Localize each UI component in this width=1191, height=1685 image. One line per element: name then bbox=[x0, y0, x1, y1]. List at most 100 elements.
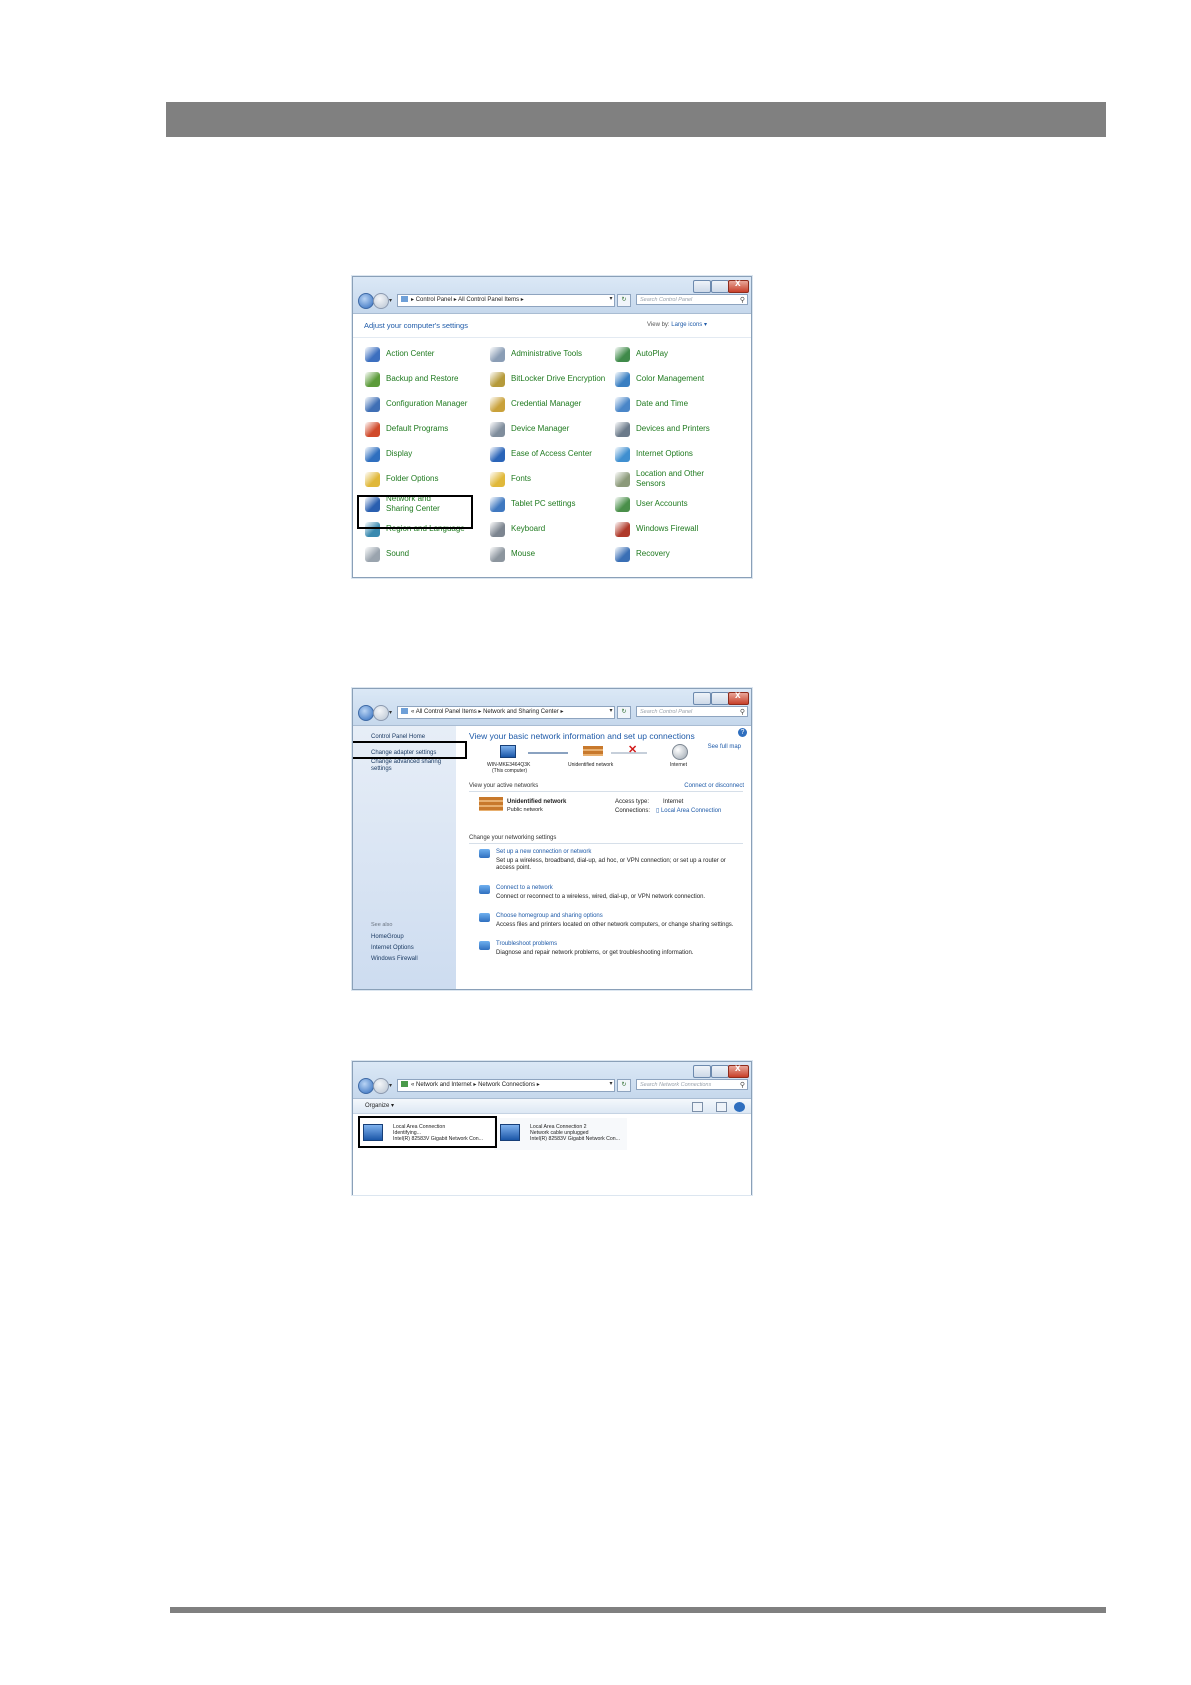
address-dropdown[interactable]: ▾ bbox=[607, 1079, 615, 1090]
cp-item-backup-and-restore[interactable]: Backup and Restore bbox=[365, 368, 489, 390]
search-input[interactable]: Search Network Connections ⚲ bbox=[636, 1079, 748, 1090]
cp-item-default-programs[interactable]: Default Programs bbox=[365, 418, 489, 440]
folder-options-icon bbox=[365, 471, 380, 487]
back-button[interactable] bbox=[358, 705, 374, 721]
see-full-map-link[interactable]: See full map bbox=[708, 744, 741, 751]
cp-item-bitlocker-drive-encryption[interactable]: BitLocker Drive Encryption bbox=[490, 368, 614, 390]
cp-item-label: AutoPlay bbox=[636, 349, 669, 358]
cp-item-label: Configuration Manager bbox=[386, 399, 468, 408]
recent-pages-dropdown[interactable]: ▾ bbox=[389, 297, 392, 304]
address-bar[interactable]: « Network and Internet ▸ Network Connect… bbox=[397, 1079, 615, 1092]
cp-item-color-management[interactable]: Color Management bbox=[615, 368, 739, 390]
maximize-button[interactable] bbox=[711, 692, 729, 705]
cp-item-tablet-pc-settings[interactable]: Tablet PC settings bbox=[490, 493, 614, 515]
cp-item-devices-and-printers[interactable]: Devices and Printers bbox=[615, 418, 739, 440]
task-link[interactable]: Set up a new connection or network bbox=[496, 849, 591, 856]
task-link[interactable]: Choose homegroup and sharing options bbox=[496, 913, 603, 920]
windows-firewall-link[interactable]: Windows Firewall bbox=[371, 956, 418, 963]
cp-item-label: Fonts bbox=[511, 474, 532, 483]
cp-item-user-accounts[interactable]: User Accounts bbox=[615, 493, 739, 515]
chevron-down-icon: ▾ bbox=[703, 322, 707, 328]
back-button[interactable] bbox=[358, 293, 374, 309]
cp-item-administrative-tools[interactable]: Administrative Tools bbox=[490, 343, 614, 365]
cp-item-label: Recovery bbox=[636, 549, 670, 558]
refresh-button[interactable]: ↻ bbox=[617, 706, 631, 719]
forward-button[interactable] bbox=[373, 1078, 389, 1094]
network-type[interactable]: Public network bbox=[507, 807, 543, 814]
cp-item-mouse[interactable]: Mouse bbox=[490, 543, 614, 565]
cp-item-label: Device Manager bbox=[511, 424, 570, 433]
internet-options-link[interactable]: Internet Options bbox=[371, 945, 414, 952]
connect-disconnect-link[interactable]: Connect or disconnect bbox=[684, 783, 744, 790]
breadcrumb-network-internet[interactable]: Network and Internet bbox=[416, 1082, 472, 1088]
maximize-button[interactable] bbox=[711, 280, 729, 293]
view-by-dropdown[interactable]: Large icons bbox=[671, 322, 702, 328]
close-button[interactable] bbox=[728, 278, 749, 293]
change-settings-label: Change your networking settings bbox=[469, 835, 557, 841]
maximize-button[interactable] bbox=[711, 1065, 729, 1078]
refresh-button[interactable]: ↻ bbox=[617, 294, 631, 307]
control-panel-home-link[interactable]: Control Panel Home bbox=[371, 734, 425, 741]
cp-item-configuration-manager[interactable]: Configuration Manager bbox=[365, 393, 489, 415]
forward-button[interactable] bbox=[373, 293, 389, 309]
task-network-icon bbox=[479, 885, 490, 894]
search-placeholder: Search Control Panel bbox=[640, 297, 693, 303]
cp-item-autoplay[interactable]: AutoPlay bbox=[615, 343, 739, 365]
cp-item-location-and-other-sensors[interactable]: Location and Other Sensors bbox=[615, 468, 739, 490]
address-bar[interactable]: ▸ Control Panel ▸ All Control Panel Item… bbox=[397, 294, 615, 307]
task-link[interactable]: Connect to a network bbox=[496, 885, 553, 892]
close-button[interactable] bbox=[728, 1063, 749, 1078]
refresh-button[interactable]: ↻ bbox=[617, 1079, 631, 1092]
address-bar[interactable]: « All Control Panel Items ▸ Network and … bbox=[397, 706, 615, 719]
breadcrumb-control-panel[interactable]: Control Panel bbox=[416, 297, 452, 303]
task-link[interactable]: Troubleshoot problems bbox=[496, 941, 557, 948]
connection-item[interactable]: Local Area Connection 2 Network cable un… bbox=[494, 1118, 627, 1150]
breadcrumb-all-items[interactable]: All Control Panel Items bbox=[458, 297, 519, 303]
help-icon[interactable]: ? bbox=[738, 728, 747, 737]
device-manager-icon bbox=[490, 421, 505, 437]
address-dropdown[interactable]: ▾ bbox=[607, 294, 615, 305]
cp-item-windows-firewall[interactable]: Windows Firewall bbox=[615, 518, 739, 540]
recent-pages-dropdown[interactable]: ▾ bbox=[389, 1082, 392, 1089]
cp-item-sound[interactable]: Sound bbox=[365, 543, 489, 565]
breadcrumb-all-items[interactable]: All Control Panel Items bbox=[416, 709, 477, 715]
cp-item-label: Keyboard bbox=[511, 524, 546, 533]
cp-item-date-and-time[interactable]: Date and Time bbox=[615, 393, 739, 415]
cp-item-label: Ease of Access Center bbox=[511, 449, 592, 458]
search-input[interactable]: Search Control Panel ⚲ bbox=[636, 294, 748, 305]
cp-item-fonts[interactable]: Fonts bbox=[490, 468, 614, 490]
breadcrumb-network-connections[interactable]: Network Connections bbox=[478, 1082, 535, 1088]
homegroup-link[interactable]: HomeGroup bbox=[371, 934, 404, 941]
cp-item-internet-options[interactable]: Internet Options bbox=[615, 443, 739, 465]
breadcrumb-sharing-center[interactable]: Network and Sharing Center bbox=[483, 709, 559, 715]
forward-button[interactable] bbox=[373, 705, 389, 721]
recent-pages-dropdown[interactable]: ▾ bbox=[389, 709, 392, 716]
view-options-icon[interactable] bbox=[692, 1102, 703, 1112]
minimize-button[interactable] bbox=[693, 280, 711, 293]
change-advanced-sharing-link[interactable]: Change advanced sharing settings bbox=[371, 759, 451, 773]
close-button[interactable] bbox=[728, 690, 749, 705]
help-icon[interactable] bbox=[734, 1102, 745, 1112]
cp-item-ease-of-access-center[interactable]: Ease of Access Center bbox=[490, 443, 614, 465]
cp-item-recovery[interactable]: Recovery bbox=[615, 543, 739, 565]
search-input[interactable]: Search Control Panel ⚲ bbox=[636, 706, 748, 717]
cp-item-action-center[interactable]: Action Center bbox=[365, 343, 489, 365]
command-bar: Organize ▾ bbox=[353, 1099, 751, 1114]
cp-item-label: Devices and Printers bbox=[636, 424, 710, 433]
cp-item-device-manager[interactable]: Device Manager bbox=[490, 418, 614, 440]
minimize-button[interactable] bbox=[693, 1065, 711, 1078]
preview-pane-icon[interactable] bbox=[716, 1102, 727, 1112]
cp-item-display[interactable]: Display bbox=[365, 443, 489, 465]
address-dropdown[interactable]: ▾ bbox=[607, 706, 615, 717]
control-panel-icon bbox=[401, 296, 408, 302]
local-area-connection-link[interactable]: ▯ Local Area Connection bbox=[656, 808, 721, 815]
organize-menu[interactable]: Organize ▾ bbox=[365, 1102, 394, 1109]
minimize-button[interactable] bbox=[693, 692, 711, 705]
highlight-box bbox=[357, 495, 473, 529]
cp-item-credential-manager[interactable]: Credential Manager bbox=[490, 393, 614, 415]
configuration-manager-icon bbox=[365, 396, 380, 412]
task-description: Set up a wireless, broadband, dial-up, a… bbox=[496, 858, 726, 871]
cp-item-keyboard[interactable]: Keyboard bbox=[490, 518, 614, 540]
back-button[interactable] bbox=[358, 1078, 374, 1094]
cp-item-folder-options[interactable]: Folder Options bbox=[365, 468, 489, 490]
